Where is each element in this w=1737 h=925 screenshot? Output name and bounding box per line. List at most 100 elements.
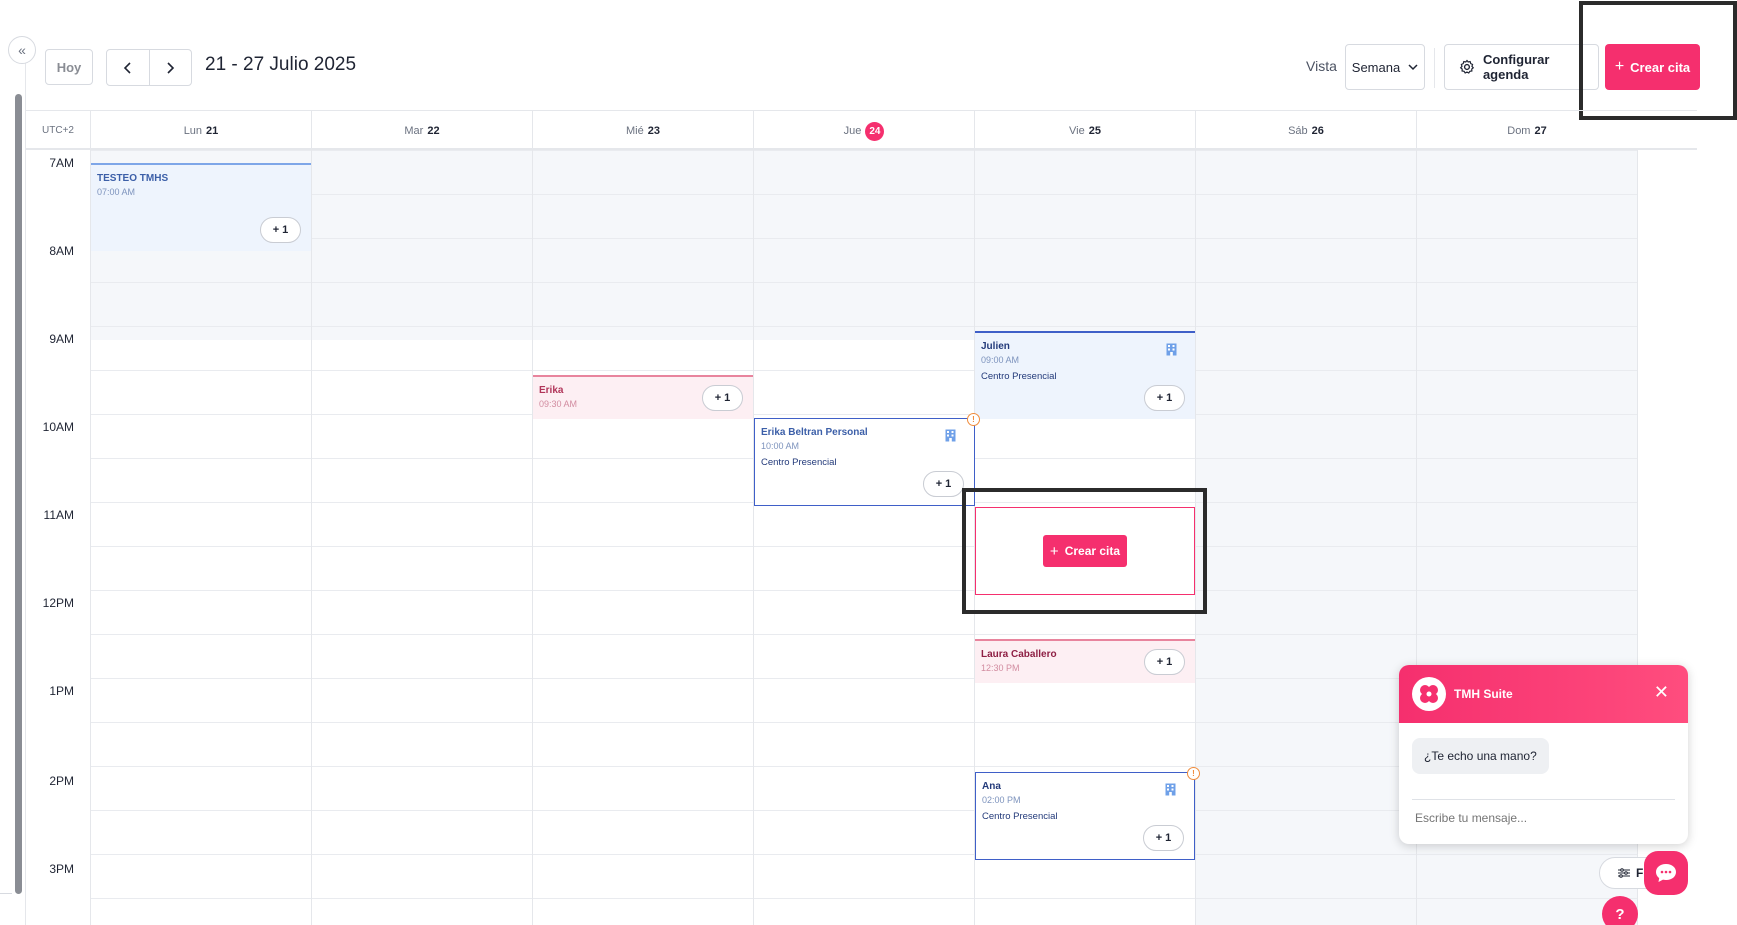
event-card[interactable]: Ana 02:00 PM Centro Presencial ! + 1: [975, 767, 1200, 860]
chevron-left-icon: [123, 61, 131, 74]
sliders-icon: [1618, 868, 1630, 878]
event-card[interactable]: Julien 09:00 AM Centro Presencial + 1: [975, 331, 1195, 419]
help-button[interactable]: ?: [1602, 896, 1638, 925]
view-select-value: Semana: [1351, 59, 1401, 75]
day-column[interactable]: [90, 150, 91, 925]
alert-icon: !: [1187, 767, 1200, 780]
hour-line: [90, 854, 1637, 855]
timezone-label: UTC+2: [42, 125, 74, 136]
chat-header: TMH Suite ✕: [1399, 665, 1688, 723]
hour-line: [90, 238, 1637, 239]
configure-agenda-button[interactable]: Configurar agenda: [1444, 44, 1599, 90]
building-icon: [1165, 783, 1176, 796]
day-name: Sáb: [1288, 125, 1308, 137]
hour-label: 10AM: [42, 420, 74, 434]
day-column[interactable]: [753, 150, 754, 925]
event-time: 07:00 AM: [97, 187, 136, 197]
event-card[interactable]: Erika Beltran Personal 10:00 AM Centro P…: [754, 413, 980, 506]
event-location: Centro Presencial: [982, 811, 1058, 822]
highlight-box: [1579, 1, 1737, 120]
event-card[interactable]: Erika 09:30 AM + 1: [533, 375, 753, 419]
day-name: Vie: [1069, 125, 1085, 137]
day-number: 25: [1088, 125, 1101, 137]
day-number: 21: [206, 125, 219, 137]
event-card[interactable]: Laura Caballero 12:30 PM + 1: [975, 639, 1195, 683]
event-card[interactable]: TESTEO TMHS 07:00 AM + 1: [91, 163, 311, 251]
more-events-button[interactable]: + 1: [923, 471, 964, 497]
day-header-thu[interactable]: Jue 24: [753, 111, 974, 151]
hour-line: [90, 326, 1637, 327]
day-header-sun[interactable]: Dom 27: [1416, 111, 1637, 151]
event-time: 10:00 AM: [761, 441, 800, 451]
day-number: 22: [427, 125, 440, 137]
event-location: Centro Presencial: [761, 457, 837, 468]
day-header-wed[interactable]: Mié 23: [532, 111, 753, 151]
today-button[interactable]: Hoy: [45, 49, 93, 85]
day-header-row: UTC+2 Lun 21 Mar 22 Mié 23 Jue 24 Vie 25 Sáb 2…: [26, 110, 1697, 151]
event-time: 02:00 PM: [982, 795, 1021, 805]
collapse-sidebar-button[interactable]: «: [8, 36, 36, 64]
double-chevron-left-icon: «: [18, 42, 26, 58]
sidebar-scrollbar[interactable]: [15, 94, 22, 894]
hour-label: 8AM: [49, 244, 74, 258]
half-hour-line: [90, 282, 1637, 283]
chat-greeting: ¿Te echo una mano?: [1412, 738, 1549, 774]
half-hour-line: [90, 546, 1637, 547]
hour-line: [90, 414, 1637, 415]
today-badge: 24: [865, 121, 885, 141]
view-select[interactable]: Semana: [1345, 44, 1425, 90]
day-column[interactable]: [532, 150, 533, 925]
hour-label: 12PM: [42, 596, 74, 610]
event-title: Ana: [982, 781, 1001, 792]
half-hour-line: [90, 634, 1637, 635]
hour-line: [90, 150, 1637, 151]
hour-label: 1PM: [49, 684, 74, 698]
more-events-button[interactable]: + 1: [1143, 825, 1184, 851]
close-icon[interactable]: ✕: [1654, 682, 1669, 703]
building-icon: [945, 429, 956, 442]
toolbar-divider: [1434, 48, 1435, 88]
chat-bubble-icon: [1656, 864, 1676, 882]
more-events-button[interactable]: + 1: [1144, 385, 1185, 411]
chat-message-input[interactable]: [1415, 811, 1665, 825]
day-header-sat[interactable]: Sáb 26: [1195, 111, 1416, 151]
day-number: 26: [1311, 125, 1324, 137]
day-header-fri[interactable]: Vie 25: [974, 111, 1195, 151]
chevron-down-icon: [1408, 63, 1418, 70]
view-label: Vista: [1306, 58, 1337, 74]
more-events-button[interactable]: + 1: [260, 217, 301, 243]
day-name: Dom: [1507, 125, 1531, 137]
more-events-button[interactable]: + 1: [1144, 649, 1185, 675]
event-time: 09:00 AM: [981, 355, 1020, 365]
gear-icon: [1459, 59, 1475, 74]
hour-label: 7AM: [49, 156, 74, 170]
half-hour-line: [90, 194, 1637, 195]
event-location: Centro Presencial: [981, 371, 1057, 382]
next-week-button[interactable]: [148, 50, 192, 85]
chat-launcher-button[interactable]: [1644, 851, 1688, 895]
hour-label: 11AM: [43, 508, 74, 522]
day-name: Lun: [183, 125, 203, 137]
half-hour-line: [90, 898, 1637, 899]
day-name: Jue: [843, 125, 862, 137]
building-icon: [1166, 343, 1177, 356]
day-column[interactable]: [311, 150, 312, 925]
chat-widget: TMH Suite ✕ ¿Te echo una mano?: [1399, 665, 1688, 844]
day-number: 27: [1534, 125, 1547, 137]
event-title: TESTEO TMHS: [97, 173, 169, 184]
half-hour-line: [90, 370, 1637, 371]
event-title: Erika Beltran Personal: [761, 427, 868, 438]
brand-logo-icon: [1412, 677, 1446, 711]
day-number: 23: [647, 125, 660, 137]
alert-icon: !: [967, 413, 980, 426]
day-header-tue[interactable]: Mar 22: [311, 111, 532, 151]
prev-week-button[interactable]: [107, 50, 149, 85]
divider: [0, 893, 12, 894]
day-name: Mié: [626, 125, 644, 137]
date-range-title: 21 - 27 Julio 2025: [205, 54, 357, 75]
event-title: Julien: [981, 341, 1010, 352]
day-header-mon[interactable]: Lun 21: [90, 111, 311, 151]
week-nav: [106, 49, 192, 86]
more-events-button[interactable]: + 1: [702, 385, 743, 411]
chat-divider: [1412, 799, 1675, 800]
